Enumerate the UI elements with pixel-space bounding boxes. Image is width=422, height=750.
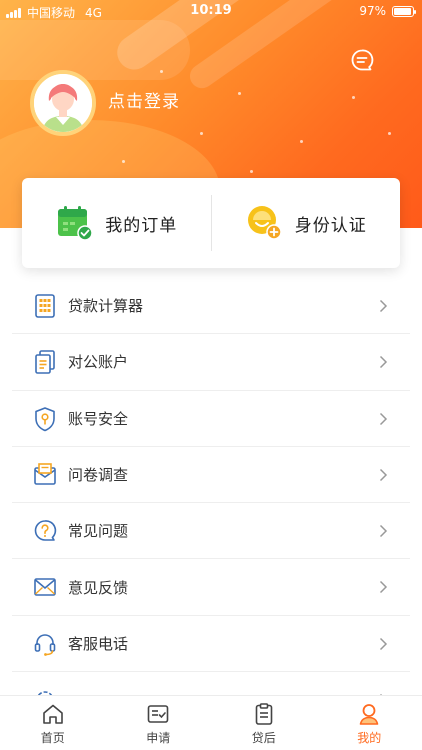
menu-item-label: 常见问题	[68, 522, 129, 541]
apply-icon	[147, 705, 169, 723]
identity-verify-icon	[247, 206, 282, 240]
profile-screen: 中国移动 4G 10:19 97% 点击登录 我的订单 身份认证 贷款计算器 对…	[0, 0, 422, 750]
quick-actions-card: 我的订单 身份认证	[22, 178, 400, 268]
headset-icon	[34, 634, 56, 656]
menu-item-label: 问卷调查	[68, 466, 129, 485]
tab-label: 首页	[40, 731, 65, 745]
menu-item-label: 账号安全	[68, 409, 129, 428]
tab-mine[interactable]: 我的	[317, 696, 422, 750]
my-orders-button[interactable]: 我的订单	[22, 178, 211, 268]
menu-item-customer-service[interactable]: 客服电话	[12, 616, 410, 673]
clipboard-icon	[255, 703, 273, 725]
settings-menu: 贷款计算器 对公账户 账号安全 问卷调查 常见问题 意见反馈 客服电话	[12, 278, 410, 728]
menu-item-faq[interactable]: 常见问题	[12, 503, 410, 560]
battery-percent: 97%	[359, 4, 386, 18]
tab-home[interactable]: 首页	[0, 696, 106, 750]
account-icon	[35, 350, 55, 375]
tab-apply[interactable]: 申请	[106, 696, 212, 750]
battery-icon	[392, 5, 416, 17]
tab-after-loan[interactable]: 贷后	[211, 696, 317, 750]
identity-verify-label: 身份认证	[294, 215, 367, 236]
message-icon[interactable]	[350, 48, 374, 72]
menu-item-corporate-account[interactable]: 对公账户	[12, 334, 410, 391]
my-orders-label: 我的订单	[105, 215, 178, 236]
avatar[interactable]	[30, 70, 96, 136]
menu-item-label: 贷款计算器	[68, 297, 144, 316]
tab-label: 申请	[146, 731, 171, 745]
menu-item-label: 客服电话	[68, 634, 129, 653]
question-icon	[34, 520, 57, 541]
home-icon	[42, 704, 63, 724]
menu-item-feedback[interactable]: 意见反馈	[12, 559, 410, 616]
order-calendar-icon	[58, 206, 93, 241]
chevron-right-icon	[379, 412, 388, 425]
menu-item-survey[interactable]: 问卷调查	[12, 447, 410, 504]
menu-item-account-security[interactable]: 账号安全	[12, 391, 410, 447]
menu-item-loan-calculator[interactable]: 贷款计算器	[12, 278, 410, 335]
shield-icon	[35, 406, 55, 431]
menu-item-label: 意见反馈	[68, 578, 129, 597]
chevron-right-icon	[379, 581, 388, 594]
login-link[interactable]: 点击登录	[108, 87, 180, 112]
tab-label: 我的	[357, 731, 382, 745]
chevron-right-icon	[379, 468, 388, 481]
chevron-right-icon	[379, 525, 388, 538]
calculator-icon	[35, 294, 55, 318]
survey-icon	[34, 463, 56, 485]
menu-item-label: 对公账户	[68, 353, 129, 372]
mail-icon	[34, 578, 56, 597]
tab-label: 贷后	[251, 731, 276, 745]
profile-icon	[359, 704, 379, 725]
chevron-right-icon	[379, 299, 388, 313]
bottom-tab-bar: 首页 申请 贷后 我的	[0, 695, 422, 750]
chevron-right-icon	[379, 356, 388, 369]
identity-verify-button[interactable]: 身份认证	[212, 178, 401, 268]
chevron-right-icon	[379, 637, 388, 650]
status-bar: 中国移动 4G 10:19 97%	[0, 0, 422, 22]
